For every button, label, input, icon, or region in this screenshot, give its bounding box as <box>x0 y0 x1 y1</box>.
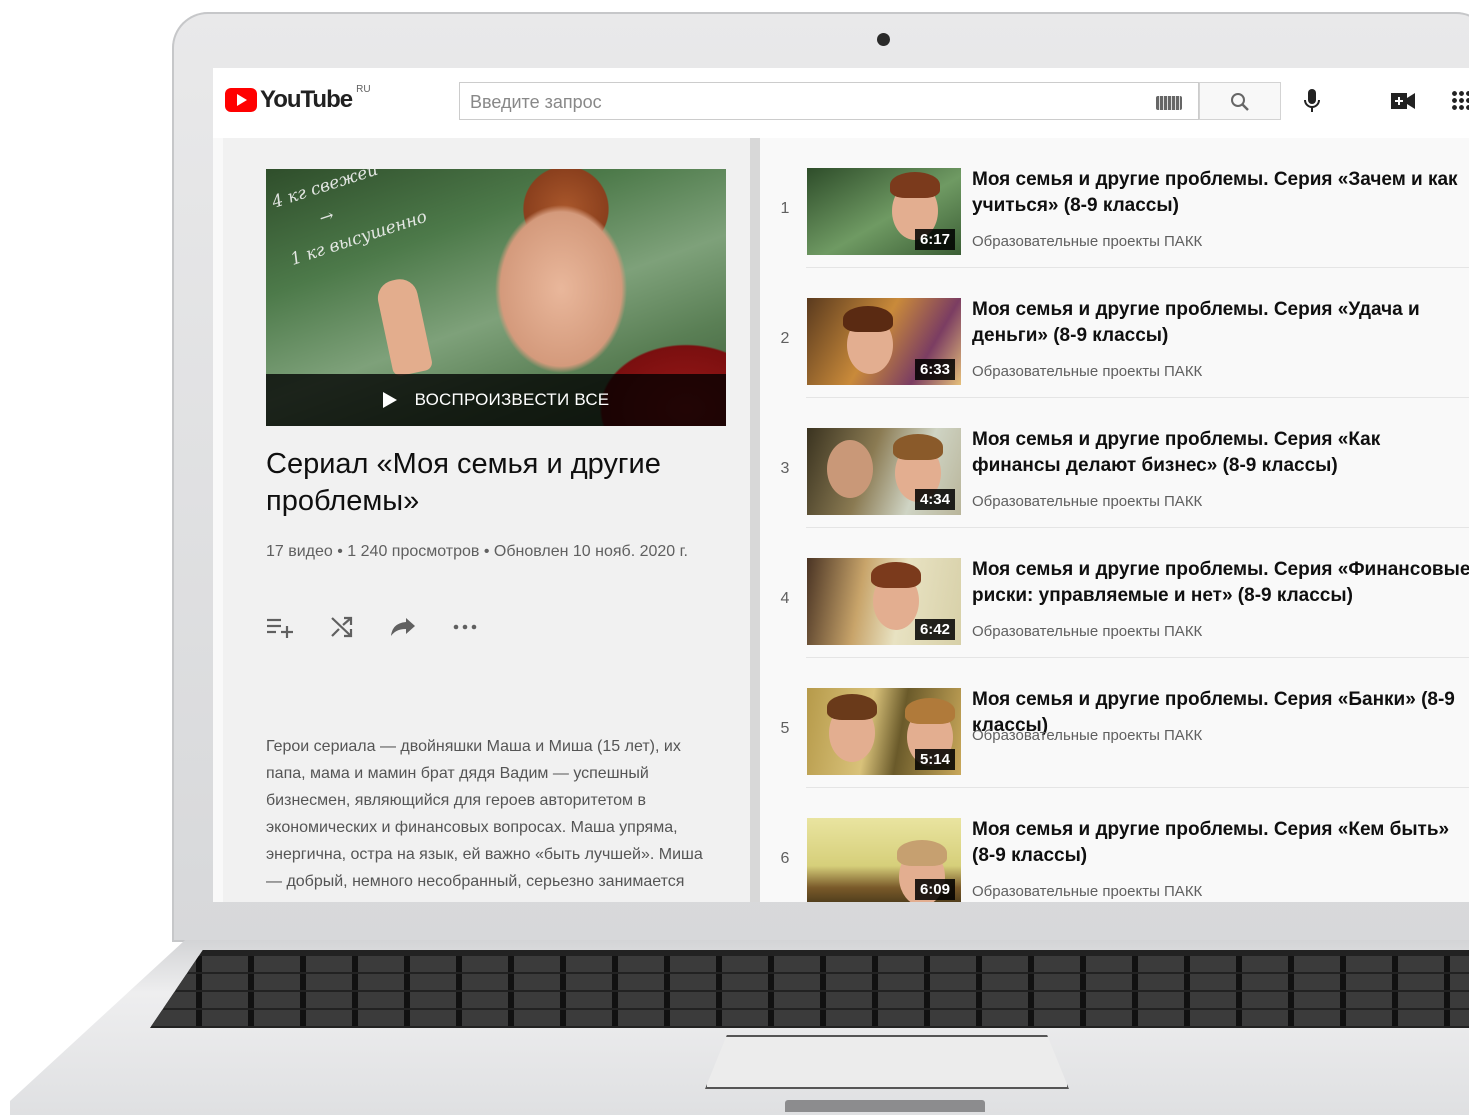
playlist-thumbnail[interactable]: 4 кг свежей → 1 кг высушенно ВОСПРОИЗВЕС… <box>266 169 726 426</box>
video-title[interactable]: Моя семья и другие проблемы. Серия «Удач… <box>972 297 1469 349</box>
video-channel[interactable]: Образовательные проекты ПАКК <box>972 623 1202 640</box>
list-item[interactable]: 3 4:34 Моя семья и другие проблемы. Сери… <box>760 398 1469 528</box>
video-thumbnail[interactable]: 5:14 <box>807 688 961 775</box>
search-button[interactable] <box>1199 82 1281 120</box>
screen: YouTube RU Введите запрос 4 кг свежей → … <box>213 68 1469 902</box>
apps-grid-icon[interactable] <box>1451 90 1469 110</box>
play-all-label: ВОСПРОИЗВЕСТИ ВСЕ <box>414 390 610 409</box>
laptop-notch <box>785 1100 985 1112</box>
video-thumbnail[interactable]: 4:34 <box>807 428 961 515</box>
video-duration: 6:09 <box>914 879 955 900</box>
list-item[interactable]: 6 6:09 Моя семья и другие проблемы. Сери… <box>760 788 1469 902</box>
search-icon <box>1231 93 1249 111</box>
video-title[interactable]: Моя семья и другие проблемы. Серия «Заче… <box>972 167 1469 219</box>
logo-region: RU <box>356 84 371 95</box>
video-index: 5 <box>780 720 790 737</box>
video-thumbnail[interactable]: 6:09 <box>807 818 961 902</box>
playlist-actions <box>266 616 478 638</box>
panel-divider <box>750 138 760 902</box>
video-channel[interactable]: Образовательные проекты ПАКК <box>972 883 1202 900</box>
share-icon[interactable] <box>390 617 416 637</box>
video-index: 2 <box>780 330 790 347</box>
video-index: 1 <box>780 200 790 217</box>
video-title[interactable]: Моя семья и другие проблемы. Серия «Фина… <box>972 557 1469 609</box>
play-icon <box>382 392 397 408</box>
playlist-video-list: 1 6:17 Моя семья и другие проблемы. Сери… <box>760 138 1469 902</box>
more-horizontal-icon[interactable] <box>452 623 478 631</box>
youtube-logo-icon <box>225 88 257 112</box>
video-create-icon[interactable] <box>1390 92 1416 110</box>
trackpad <box>705 1035 1069 1089</box>
video-channel[interactable]: Образовательные проекты ПАКК <box>972 727 1202 744</box>
playlist-stats: 17 видео • 1 240 просмотров • Обновлен 1… <box>266 543 688 560</box>
logo-text: YouTube <box>260 86 353 113</box>
playlist-title[interactable]: Сериал «Моя семья и другие проблемы» <box>266 446 726 520</box>
list-item[interactable]: 5 5:14 Моя семья и другие проблемы. Сери… <box>760 658 1469 788</box>
video-channel[interactable]: Образовательные проекты ПАКК <box>972 493 1202 510</box>
search-box[interactable]: Введите запрос <box>459 82 1199 120</box>
keyboard-icon[interactable] <box>1156 96 1182 110</box>
list-item[interactable]: 1 6:17 Моя семья и другие проблемы. Сери… <box>760 138 1469 268</box>
video-thumbnail[interactable]: 6:42 <box>807 558 961 645</box>
webcam <box>877 33 890 46</box>
playlist-description: Герои сериала — двойняшки Маша и Миша (1… <box>266 738 703 902</box>
video-duration: 5:14 <box>914 749 955 770</box>
shuffle-icon[interactable] <box>330 616 354 638</box>
video-thumbnail[interactable]: 6:17 <box>807 168 961 255</box>
video-duration: 4:34 <box>914 489 955 510</box>
microphone-icon[interactable] <box>1303 88 1321 114</box>
add-to-queue-icon[interactable] <box>266 616 294 638</box>
list-item[interactable]: 4 6:42 Моя семья и другие проблемы. Сери… <box>760 528 1469 658</box>
video-title[interactable]: Моя семья и другие проблемы. Серия «Как … <box>972 427 1469 479</box>
video-title[interactable]: Моя семья и другие проблемы. Серия «Кем … <box>972 817 1469 869</box>
video-channel[interactable]: Образовательные проекты ПАКК <box>972 363 1202 380</box>
video-index: 4 <box>780 590 790 607</box>
list-item[interactable]: 2 6:33 Моя семья и другие проблемы. Сери… <box>760 268 1469 398</box>
play-all-button[interactable]: ВОСПРОИЗВЕСТИ ВСЕ <box>266 374 726 426</box>
search-input[interactable]: Введите запрос <box>470 92 602 113</box>
youtube-logo[interactable]: YouTube RU <box>225 84 371 114</box>
video-index: 6 <box>780 850 790 867</box>
laptop-keyboard <box>150 950 1469 1028</box>
video-channel[interactable]: Образовательные проекты ПАКК <box>972 233 1202 250</box>
playlist-sidebar: 4 кг свежей → 1 кг высушенно ВОСПРОИЗВЕС… <box>223 138 750 902</box>
video-duration: 6:17 <box>914 229 955 250</box>
video-duration: 6:42 <box>914 619 955 640</box>
video-index: 3 <box>780 460 790 477</box>
video-thumbnail[interactable]: 6:33 <box>807 298 961 385</box>
video-duration: 6:33 <box>914 359 955 380</box>
youtube-header: YouTube RU Введите запрос <box>213 68 1469 138</box>
